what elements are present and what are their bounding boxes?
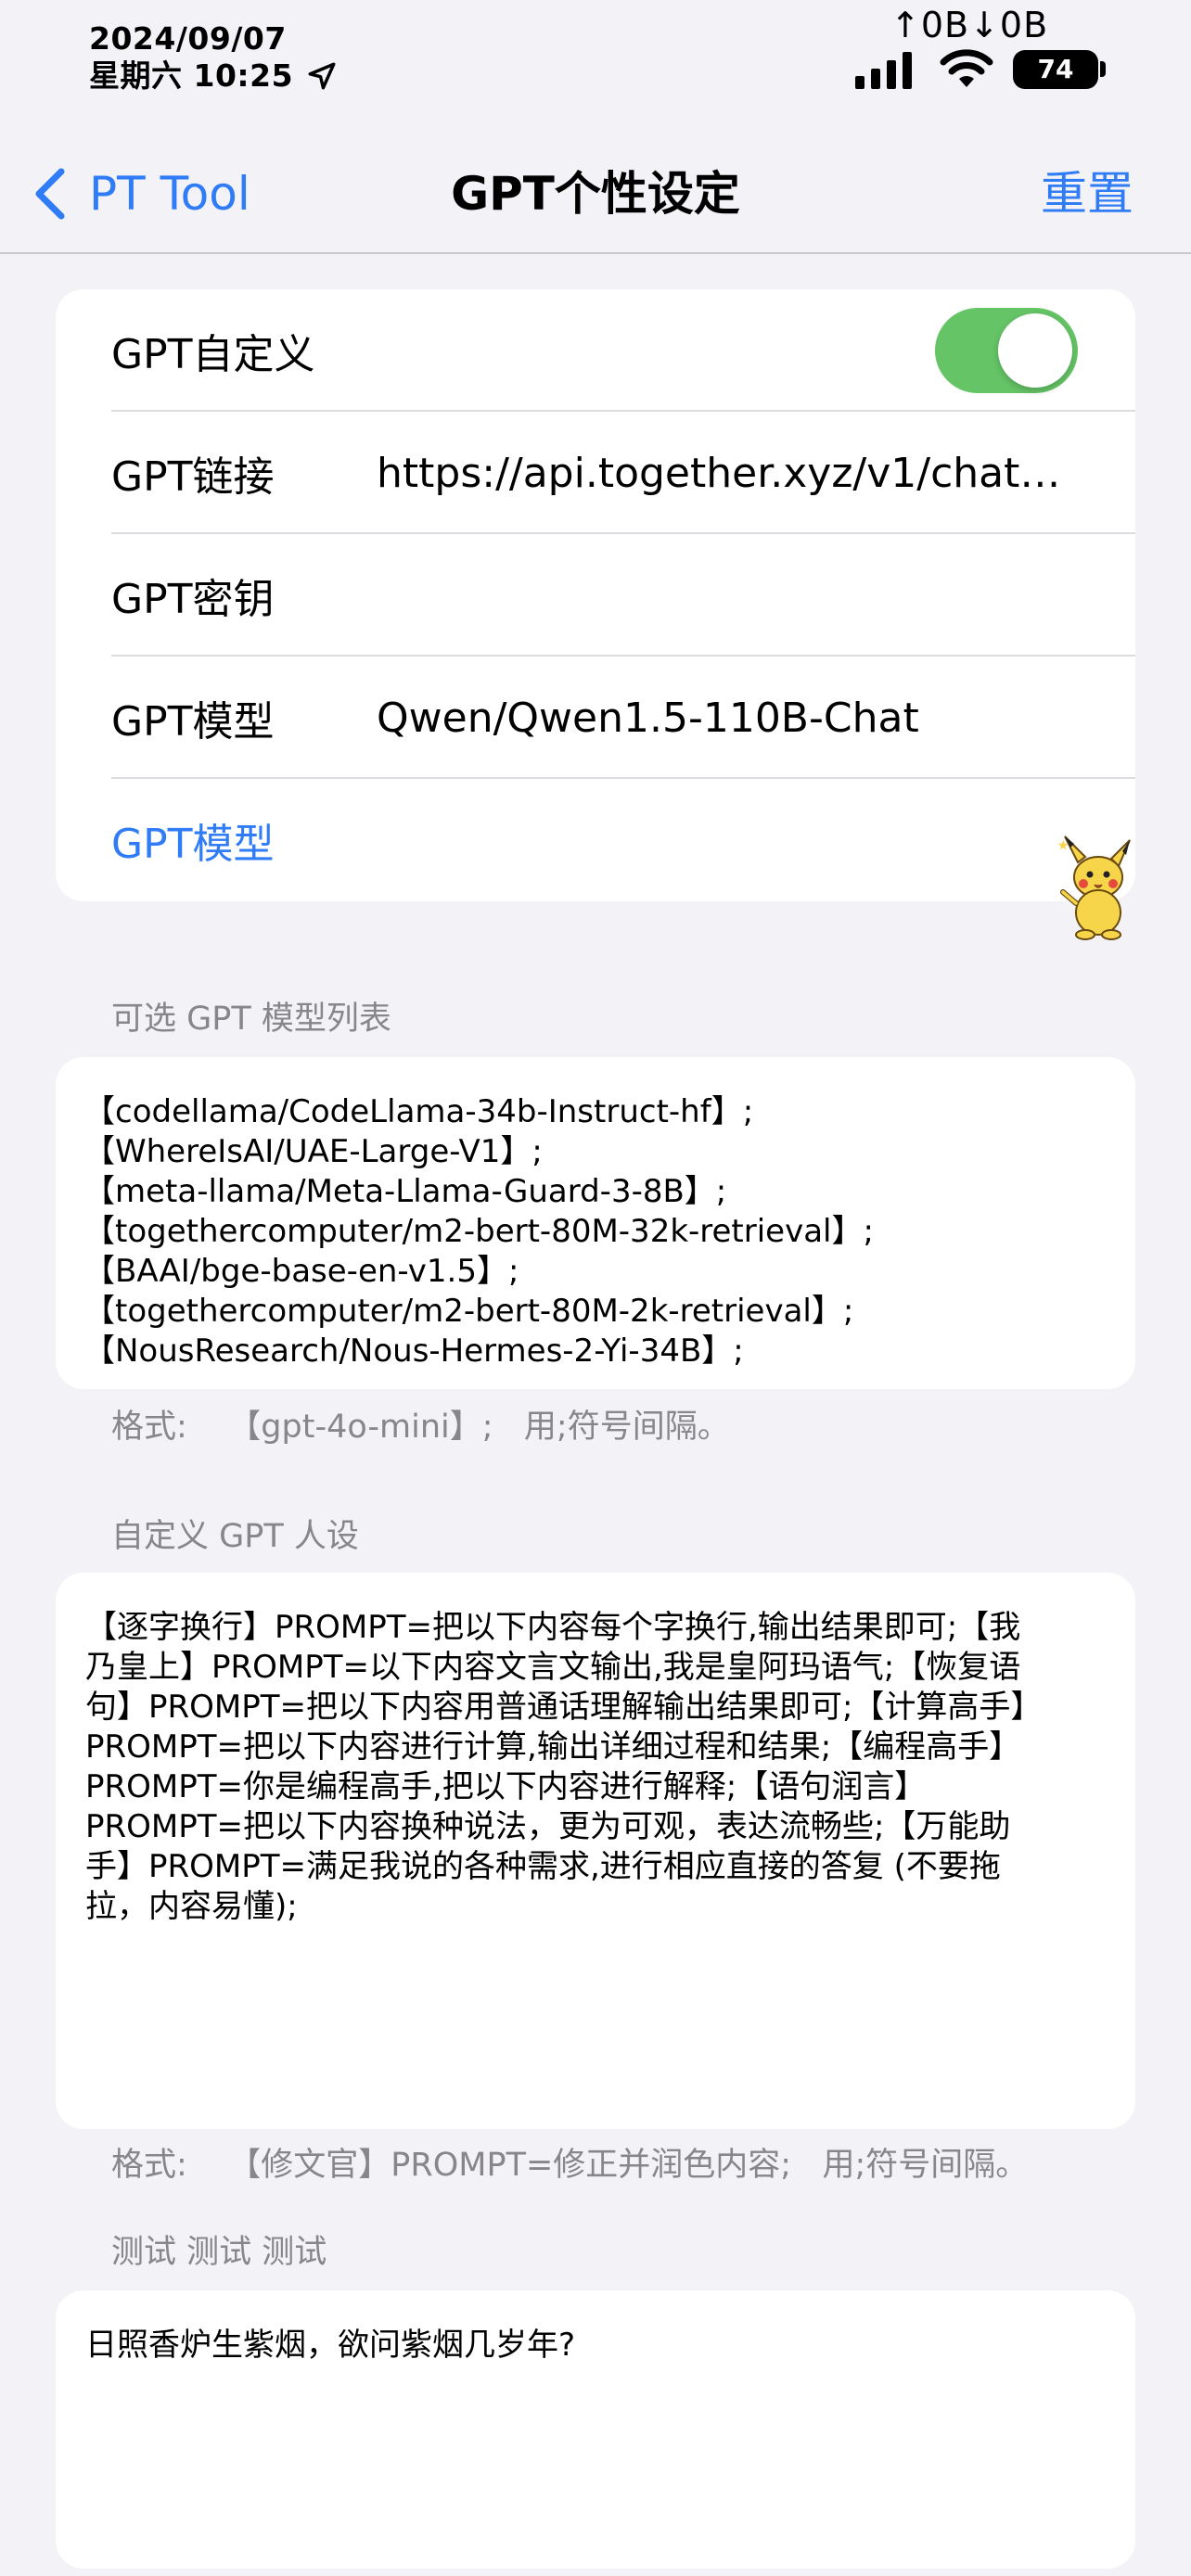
gpt-model-label: GPT模型 (111, 698, 275, 746)
persona-line: PROMPT=把以下内容换种说法，更为可观，表达流畅些;【万能助 (85, 1808, 1011, 1845)
network-speed: ↑0B↓0B (890, 5, 1049, 45)
model-list-item: 【meta-llama/Meta-Llama-Guard-3-8B】; (83, 1173, 727, 1210)
custom-gpt-toggle[interactable] (935, 308, 1078, 393)
gpt-key-label: GPT密钥 (111, 576, 275, 623)
gpt-model-row[interactable]: GPT模型 Qwen/Qwen1.5-110B-Chat (111, 657, 1135, 779)
custom-gpt-label: GPT自定义 (111, 331, 315, 378)
battery-icon: 74 (1013, 50, 1098, 89)
test-header: 测试 测试 测试 (111, 2234, 327, 2271)
status-date: 2024/09/07 (89, 20, 287, 57)
model-list-header: 可选 GPT 模型列表 (111, 1001, 391, 1038)
battery-cap (1100, 61, 1106, 77)
model-list-footer: 格式: 【gpt-4o-mini】; 用;符号间隔。 (111, 1409, 730, 1446)
wifi-icon (940, 49, 993, 87)
model-list-content: 【codellama/CodeLlama-34b-Instruct-hf】; 【… (83, 1092, 1106, 1371)
gpt-model-link-row[interactable]: GPT模型 (111, 779, 1135, 901)
gpt-link-label: GPT链接 (111, 453, 275, 501)
model-list-textarea[interactable]: 【codellama/CodeLlama-34b-Instruct-hf】; 【… (56, 1057, 1135, 1389)
custom-gpt-row: GPT自定义 (111, 289, 1135, 412)
persona-line: 乃皇上】PROMPT=以下内容文言文输出,我是皇阿玛语气;【恢复语 (85, 1649, 1021, 1686)
page-title: GPT个性设定 (451, 167, 740, 221)
reset-button[interactable]: 重置 (1041, 161, 1133, 226)
test-content: 日照香炉生紫烟，欲问紫烟几岁年? (85, 2327, 576, 2364)
gpt-key-row[interactable]: GPT密钥 (111, 534, 1135, 657)
model-list-item: 【NousResearch/Nous-Hermes-2-Yi-34B】; (83, 1333, 744, 1370)
status-datetime: 2024/09/07 星期六 10:25 (89, 20, 338, 95)
settings-card: GPT自定义 GPT链接 https://api.together.xyz/v1… (56, 289, 1135, 901)
persona-line: PROMPT=你是编程高手,把以下内容进行解释;【语句润言】 (85, 1768, 927, 1805)
model-list-item: 【togethercomputer/m2-bert-80M-32k-retrie… (83, 1213, 874, 1250)
pikachu-sticker-icon[interactable] (1057, 835, 1137, 942)
gpt-model-value[interactable]: Qwen/Qwen1.5-110B-Chat (377, 695, 1072, 742)
persona-content: 【逐字换行】PROMPT=把以下内容每个字换行,输出结果即可;【我 乃皇上】PR… (85, 1608, 1106, 1927)
persona-textarea[interactable]: 【逐字换行】PROMPT=把以下内容每个字换行,输出结果即可;【我 乃皇上】PR… (56, 1573, 1135, 2129)
persona-line: 句】PROMPT=把以下内容用普通话理解输出结果即可;【计算高手】 (85, 1689, 1043, 1726)
model-list-item: 【togethercomputer/m2-bert-80M-2k-retriev… (83, 1293, 854, 1330)
persona-line: 拉，内容易懂); (85, 1888, 298, 1925)
model-list-item: 【WhereIsAI/UAE-Large-V1】; (83, 1133, 543, 1170)
gpt-link-row[interactable]: GPT链接 https://api.together.xyz/v1/chat/c… (111, 412, 1135, 534)
location-arrow-icon (308, 62, 336, 90)
test-textarea[interactable]: 日照香炉生紫烟，欲问紫烟几岁年? (56, 2290, 1135, 2569)
gpt-link-value[interactable]: https://api.together.xyz/v1/chat/comp... (377, 450, 1072, 497)
navigation-bar: PT Tool GPT个性设定 重置 (0, 139, 1191, 254)
cellular-signal-icon (855, 48, 912, 89)
persona-header: 自定义 GPT 人设 (111, 1518, 359, 1555)
status-time: 星期六 10:25 (89, 57, 294, 94)
persona-line: 手】PROMPT=满足我说的各种需求,进行相应直接的答复 (不要拖 (85, 1848, 1001, 1885)
model-list-item: 【BAAI/bge-base-en-v1.5】; (83, 1253, 519, 1290)
persona-footer: 格式: 【修文官】PROMPT=修正并润色内容; 用;符号间隔。 (111, 2147, 1029, 2184)
status-bar: 2024/09/07 星期六 10:25 ↑0B↓0B 74 (0, 0, 1191, 121)
persona-line: 【逐字换行】PROMPT=把以下内容每个字换行,输出结果即可;【我 (85, 1609, 1021, 1646)
toggle-knob (998, 313, 1072, 388)
model-list-item: 【codellama/CodeLlama-34b-Instruct-hf】; (83, 1093, 754, 1130)
gpt-model-link[interactable]: GPT模型 (111, 810, 377, 870)
persona-line: PROMPT=把以下内容进行计算,输出详细过程和结果;【编程高手】 (85, 1728, 1021, 1766)
